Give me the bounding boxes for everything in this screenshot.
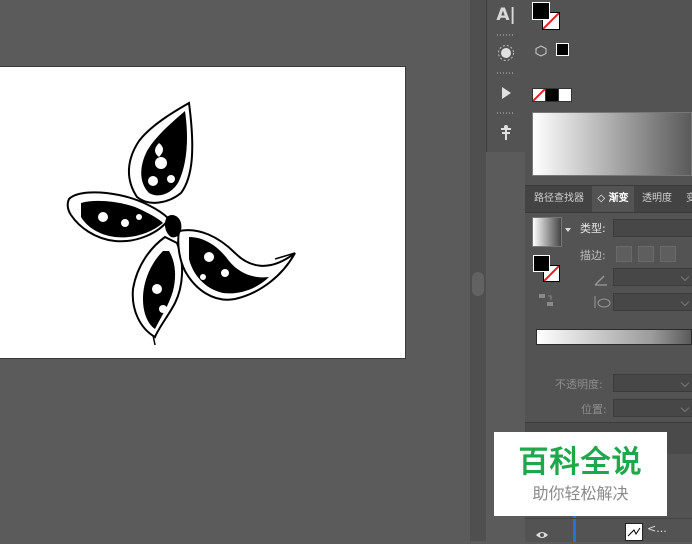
stroke-along-button[interactable]	[638, 246, 654, 262]
watermark-logo: 百科全说 助你轻松解决	[494, 432, 667, 516]
actions-play-icon	[502, 87, 511, 99]
position-label: 位置:	[581, 403, 607, 416]
tab-pathfinder[interactable]: 路径查找器	[534, 186, 584, 212]
eye-icon[interactable]	[535, 525, 549, 544]
character-panel-button[interactable]: A|	[487, 0, 525, 30]
stroke-label: 描边:	[580, 249, 606, 262]
cube-icon[interactable]	[535, 42, 547, 61]
puppet-warp-icon	[501, 125, 511, 140]
artboard[interactable]	[0, 66, 406, 359]
tab-transform[interactable]: 变	[686, 186, 692, 212]
aspect-ratio-icon	[592, 294, 612, 313]
none-swatch[interactable]	[532, 88, 546, 102]
watermark-title: 百科全说	[518, 445, 643, 480]
panel-grip[interactable]	[497, 72, 515, 74]
gradient-slider[interactable]	[536, 329, 692, 345]
fill-swatch[interactable]	[533, 255, 550, 272]
stroke-within-button[interactable]	[616, 246, 632, 262]
layer-name[interactable]: <...	[647, 522, 667, 535]
fill-swatch[interactable]	[532, 2, 550, 20]
actions-panel-button[interactable]	[487, 78, 525, 108]
panel-grip[interactable]	[497, 112, 515, 114]
black-swatch[interactable]	[545, 88, 559, 102]
type-select[interactable]	[613, 219, 692, 237]
layer-color-bar	[573, 519, 576, 542]
brush-panel-icon	[498, 45, 514, 61]
chevron-down-icon[interactable]	[565, 228, 571, 232]
collapsed-panel-strip: A|	[486, 0, 526, 152]
fill-stroke-swatch[interactable]	[532, 2, 562, 30]
gradient-fill-stroke-swatch[interactable]	[533, 255, 561, 283]
puppet-panel-button[interactable]	[487, 118, 525, 148]
panel-tabbar: 路径查找器 ◇ 渐变 透明度 变	[525, 185, 692, 213]
opacity-field[interactable]	[613, 374, 692, 392]
gradient-thumbnail[interactable]	[532, 217, 562, 247]
white-swatch[interactable]	[558, 88, 572, 102]
angle-field[interactable]	[613, 268, 692, 286]
position-field[interactable]	[613, 399, 692, 417]
type-label: 类型:	[580, 222, 606, 235]
panel-grip[interactable]	[497, 34, 515, 36]
reverse-gradient-icon[interactable]	[538, 292, 554, 312]
layer-thumbnail	[625, 523, 643, 541]
appearance-chip[interactable]	[556, 43, 569, 56]
tab-transparency[interactable]: 透明度	[642, 186, 672, 212]
stroke-across-button[interactable]	[660, 246, 676, 262]
butterfly-artwork[interactable]	[0, 67, 407, 360]
character-panel-icon: A|	[496, 5, 516, 25]
brush-panel-button[interactable]	[487, 38, 525, 68]
scrollbar-handle[interactable]	[472, 272, 484, 296]
tab-gradient[interactable]: ◇ 渐变	[592, 186, 634, 212]
angle-icon	[594, 271, 608, 290]
aspect-ratio-field[interactable]	[613, 293, 692, 311]
panel-divider	[470, 0, 486, 541]
opacity-label: 不透明度:	[555, 378, 603, 391]
layer-row[interactable]: <...	[525, 518, 692, 542]
gradient-preview	[532, 112, 692, 176]
watermark-subtitle: 助你轻松解决	[532, 484, 629, 503]
